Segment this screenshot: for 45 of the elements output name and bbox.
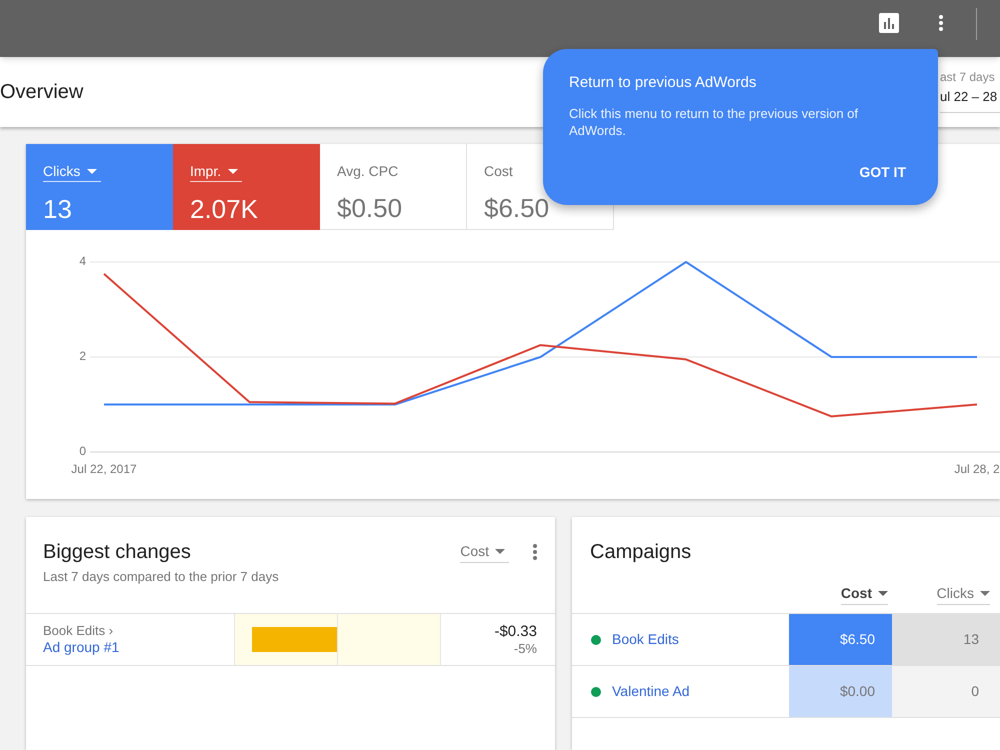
metric-value: 13	[43, 194, 72, 224]
metric-value: 2.07K	[190, 194, 258, 224]
column-header[interactable]: Cost	[840, 584, 888, 605]
table-cell: $6.50	[789, 614, 892, 665]
metric-label: Avg. CPC	[337, 162, 398, 181]
caret-icon	[87, 168, 98, 174]
caret-icon	[980, 590, 990, 596]
metric-dropdown[interactable]: Clicks	[43, 162, 102, 182]
change-percent: -5%	[514, 640, 537, 656]
card-subtitle: Last 7 days compared to the prior 7 days	[43, 569, 279, 585]
got-it-button[interactable]: GOT IT	[851, 154, 914, 190]
x-axis-label: Jul 22, 2017	[71, 462, 137, 476]
y-axis-label: 2	[79, 349, 86, 364]
y-axis-label: 4	[79, 254, 86, 268]
metric-tile[interactable]: Impr. 2.07K	[173, 144, 320, 230]
caret-icon	[878, 590, 888, 596]
metric-value: $6.50	[484, 193, 550, 223]
table-cell: 13	[892, 614, 1000, 665]
metric-tile[interactable]: Avg. CPC $0.50	[320, 144, 467, 230]
caret-icon	[228, 168, 238, 174]
card-title: Campaigns	[589, 540, 692, 564]
metric-dropdown[interactable]: Cost	[460, 543, 509, 563]
metric-dropdown[interactable]: Impr.	[190, 162, 242, 182]
y-axis-label: 0	[79, 444, 86, 458]
more-options-icon[interactable]	[939, 15, 943, 31]
campaign-link[interactable]: Valentine Ad	[612, 683, 690, 700]
popup-text: Click this menu to return to the previous version of AdWords.	[569, 105, 860, 139]
card-title: Biggest changes	[43, 540, 192, 564]
date-range-dropdown[interactable]: ast 7 days ul 22 – 28	[940, 70, 1000, 113]
table-cell: 0	[892, 666, 1000, 717]
metric-label: Cost	[484, 162, 513, 181]
page-title: Overview	[0, 80, 84, 104]
campaign-name: Book Edits ›	[43, 623, 114, 639]
popup-title: Return to previous AdWords	[569, 74, 758, 92]
campaign-link[interactable]: Book Edits	[612, 631, 679, 648]
bar-chart-icon[interactable]	[879, 13, 899, 33]
metric-tile[interactable]: Clicks 13	[26, 144, 173, 230]
metric-value: $0.50	[337, 193, 402, 223]
x-axis-label: Jul 28, 2	[954, 462, 1000, 476]
more-options-icon[interactable]	[533, 544, 537, 560]
change-value: -$0.33	[494, 622, 537, 640]
column-header[interactable]: Clicks	[936, 584, 990, 605]
caret-icon	[495, 549, 505, 554]
ad-group-link[interactable]: Ad group #1	[43, 639, 120, 656]
table-cell: $0.00	[789, 666, 892, 717]
